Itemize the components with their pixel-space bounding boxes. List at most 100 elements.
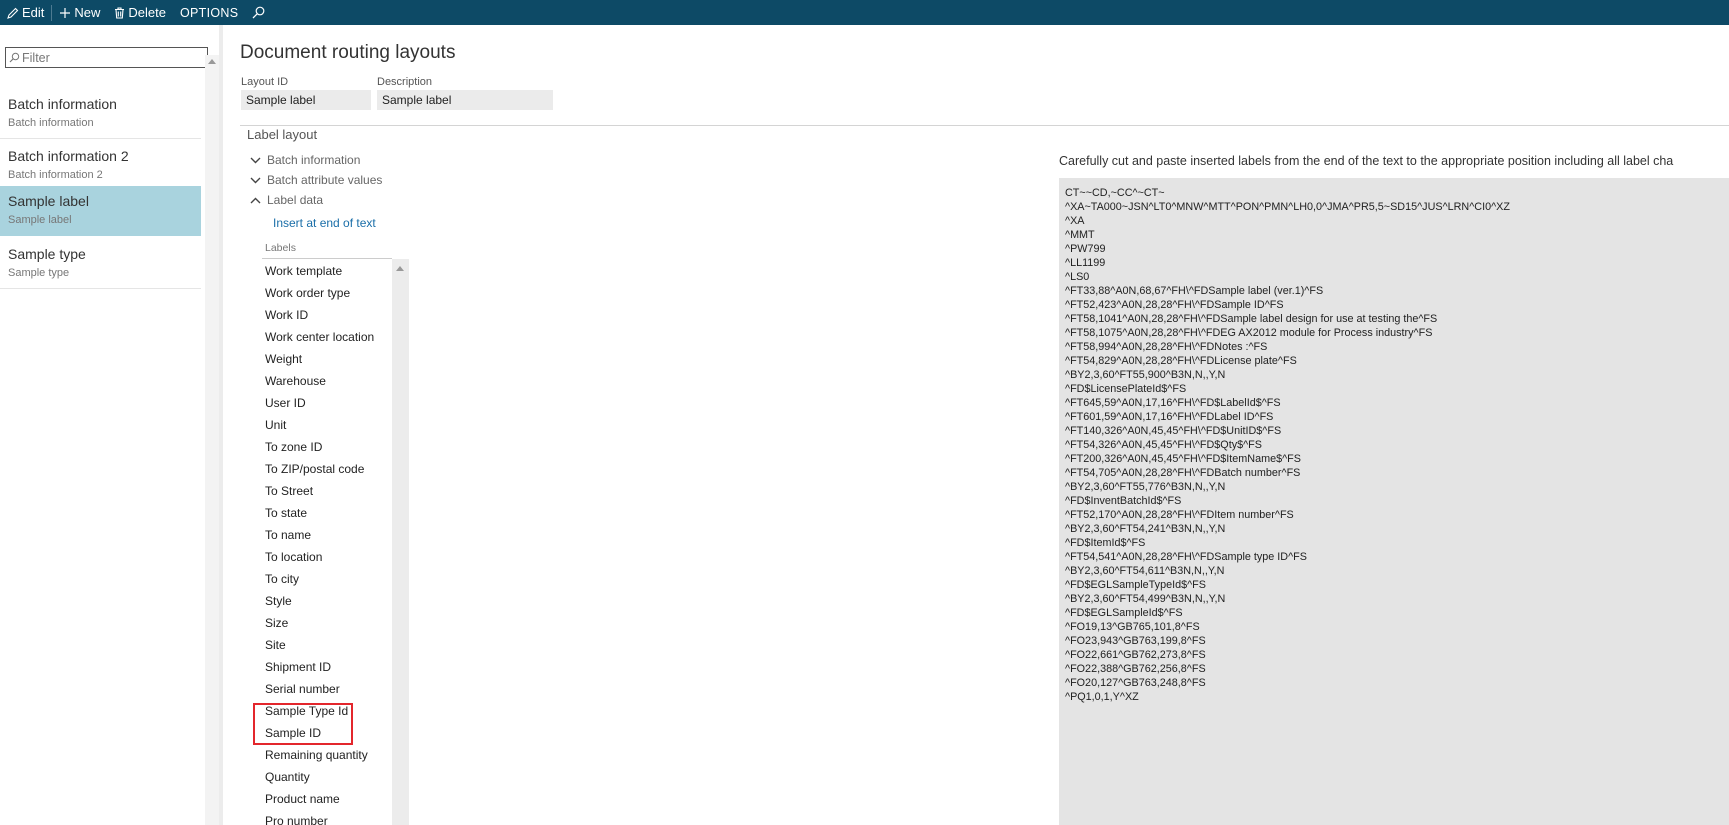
new-button-label: New — [74, 5, 101, 20]
code-line: ^FO23,943^GB763,199,8^FS — [1065, 635, 1206, 647]
list-item-sample-type[interactable]: Sample type Sample type — [0, 239, 201, 289]
search-button[interactable] — [245, 0, 275, 25]
code-line: ^FT58,1041^A0N,28,28^FH\^FDSample label … — [1065, 313, 1438, 325]
label-item[interactable]: To ZIP/postal code — [262, 457, 392, 479]
pane-divider — [219, 25, 223, 825]
plus-icon — [60, 7, 71, 18]
code-line: ^FT140,326^A0N,45,45^FH\^FD$UnitID$^FS — [1065, 425, 1282, 437]
delete-button-label: Delete — [128, 5, 166, 20]
scroll-up-arrow-icon[interactable] — [208, 59, 216, 64]
page-title: Document routing layouts — [240, 42, 456, 63]
label-item[interactable]: Shipment ID — [262, 655, 392, 677]
code-line: ^FT54,829^A0N,28,28^FH\^FDLicense plate^… — [1065, 355, 1297, 367]
label-item[interactable]: Serial number — [262, 677, 392, 699]
code-line: ^FT601,59^A0N,17,16^FH\^FDLabel ID^FS — [1065, 411, 1274, 423]
list-item-subtitle: Batch information — [8, 117, 94, 129]
label-item[interactable]: To city — [262, 567, 392, 589]
code-line: ^BY2,3,60^FT54,499^B3N,N,,Y,N — [1065, 593, 1226, 605]
search-icon — [252, 6, 265, 19]
code-line: ^BY2,3,60^FT54,241^B3N,N,,Y,N — [1065, 523, 1226, 535]
section-title: Label layout — [247, 127, 318, 142]
insert-at-end-link[interactable]: Insert at end of text — [273, 216, 376, 230]
code-line: ^FT58,994^A0N,28,28^FH\^FDNotes :^FS — [1065, 341, 1268, 353]
code-line: ^FO22,388^GB762,256,8^FS — [1065, 663, 1206, 675]
code-line: ^FT54,541^A0N,28,28^FH\^FDSample type ID… — [1065, 551, 1307, 563]
label-item[interactable]: Remaining quantity — [262, 743, 392, 765]
label-item[interactable]: Warehouse — [262, 369, 392, 391]
label-item[interactable]: Size — [262, 611, 392, 633]
code-line: ^FO20,127^GB763,248,8^FS — [1065, 677, 1206, 689]
trash-icon — [115, 6, 125, 19]
options-tab[interactable]: OPTIONS — [173, 0, 245, 25]
list-scrollbar[interactable] — [205, 55, 219, 825]
code-line: ^BY2,3,60^FT54,611^B3N,N,,Y,N — [1065, 565, 1225, 577]
chevron-down-icon — [250, 177, 261, 183]
label-item[interactable]: Product name — [262, 787, 392, 809]
code-line: CT~~CD,~CC^~CT~ — [1065, 187, 1165, 199]
list-item-subtitle: Sample type — [8, 267, 70, 279]
label-item[interactable]: To state — [262, 501, 392, 523]
list-item-title: Batch information 2 — [8, 148, 129, 164]
list-item-title: Sample label — [8, 193, 89, 209]
delete-button[interactable]: Delete — [107, 0, 173, 25]
code-line: ^BY2,3,60^FT55,776^B3N,N,,Y,N — [1065, 481, 1226, 493]
list-item-sample-label[interactable]: Sample label Sample label — [0, 186, 201, 236]
label-item[interactable]: Work center location — [262, 325, 392, 347]
code-line: ^FT58,1075^A0N,28,28^FH\^FDEG AX2012 mod… — [1065, 327, 1433, 339]
code-line: ^FT200,326^A0N,45,45^FH\^FD$ItemName$^FS — [1065, 453, 1301, 465]
group-batch-attribute-values[interactable]: Batch attribute values — [250, 173, 382, 187]
code-line: ^FT52,423^A0N,28,28^FH\^FDSample ID^FS — [1065, 299, 1284, 311]
code-line: ^FO19,13^GB765,101,8^FS — [1065, 621, 1200, 633]
new-button[interactable]: New — [52, 0, 107, 25]
label-item[interactable]: Site — [262, 633, 392, 655]
list-item-batch-information-2[interactable]: Batch information 2 Batch information 2 — [0, 141, 201, 191]
label-item[interactable]: Quantity — [262, 765, 392, 787]
list-pane: Filter Batch information Batch informati… — [0, 25, 208, 825]
label-item[interactable]: To Street — [262, 479, 392, 501]
label-item[interactable]: To zone ID — [262, 435, 392, 457]
filter-placeholder: Filter — [22, 50, 50, 65]
group-batch-information[interactable]: Batch information — [250, 153, 360, 167]
scroll-up-arrow-icon[interactable] — [396, 266, 404, 271]
section-divider — [240, 125, 1729, 126]
edit-icon — [7, 7, 19, 19]
code-line: ^LL1199 — [1065, 257, 1106, 269]
code-line: ^XA — [1065, 215, 1085, 227]
code-line: ^FT33,88^A0N,68,67^FH\^FDSample label (v… — [1065, 285, 1324, 297]
options-tab-label: OPTIONS — [180, 5, 239, 20]
labels-scrollbar[interactable] — [392, 259, 409, 825]
label-item[interactable]: To name — [262, 523, 392, 545]
labels-header: Labels — [265, 242, 296, 254]
code-line: ^FD$InventBatchId$^FS — [1065, 495, 1182, 507]
layout-id-field[interactable]: Sample label — [241, 90, 371, 110]
list-item-batch-information[interactable]: Batch information Batch information — [0, 89, 201, 139]
label-item[interactable]: Work ID — [262, 303, 392, 325]
label-item[interactable]: Work template — [262, 259, 392, 281]
description-field[interactable]: Sample label — [377, 90, 553, 110]
code-line: ^FD$ItemId$^FS — [1065, 537, 1146, 549]
label-item[interactable]: Weight — [262, 347, 392, 369]
group-label-data[interactable]: Label data — [250, 193, 323, 207]
edit-button-label: Edit — [22, 5, 45, 20]
code-line: ^LS0 — [1065, 271, 1090, 283]
highlight-sample-labels — [253, 703, 353, 745]
list-item-subtitle: Sample label — [8, 214, 72, 226]
code-line: ^FT54,326^A0N,45,45^FH\^FD$Qty$^FS — [1065, 439, 1262, 451]
label-item[interactable]: Work order type — [262, 281, 392, 303]
instruction-text: Carefully cut and paste inserted labels … — [1059, 154, 1674, 168]
code-line: ^PW799 — [1065, 243, 1106, 255]
edit-button[interactable]: Edit — [0, 0, 51, 25]
chevron-up-icon — [250, 197, 261, 203]
group-label: Batch information — [267, 153, 361, 167]
code-line: ^FT645,59^A0N,17,16^FH\^FD$LabelId$^FS — [1065, 397, 1281, 409]
label-item[interactable]: To location — [262, 545, 392, 567]
label-item[interactable]: User ID — [262, 391, 392, 413]
label-item[interactable]: Style — [262, 589, 392, 611]
label-item[interactable]: Unit — [262, 413, 392, 435]
list-item-title: Sample type — [8, 246, 86, 262]
filter-input[interactable]: Filter — [5, 47, 208, 68]
action-pane: Edit New Delete OPTIONS — [0, 0, 1729, 25]
chevron-down-icon — [250, 157, 261, 163]
code-line: ^FT52,170^A0N,28,28^FH\^FDItem number^FS — [1065, 509, 1294, 521]
label-item[interactable]: Pro number — [262, 809, 392, 825]
